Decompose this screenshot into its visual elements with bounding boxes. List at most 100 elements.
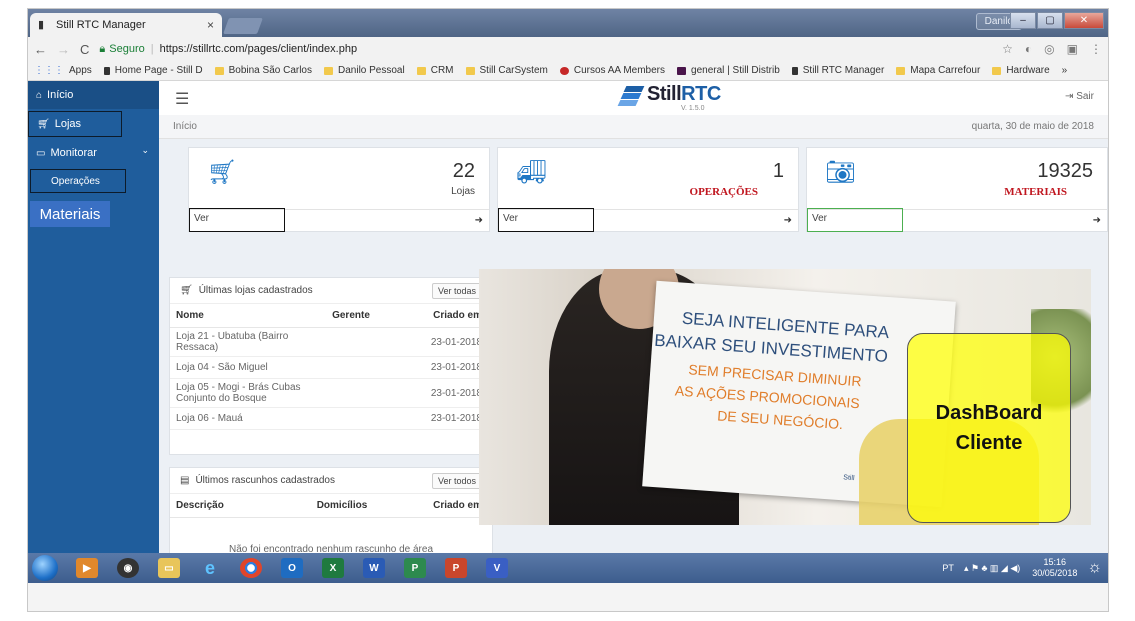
stat-card-materiais: 📷︎ 19325 MATERIAIS Ver ➜ (806, 147, 1108, 232)
maximize-button[interactable]: ▢ (1037, 12, 1063, 29)
cart-icon: 🛒︎ (207, 159, 238, 186)
still-icon (791, 66, 798, 75)
start-button[interactable] (32, 555, 58, 581)
ver-link[interactable]: Ver (498, 208, 594, 232)
sidebar-item-inicio[interactable]: ⌂ Início (28, 81, 159, 109)
clock[interactable]: 15:16 30/05/2018 (1032, 557, 1077, 579)
media-player-icon[interactable]: ▶ (76, 558, 98, 578)
arrow-circle-right-icon[interactable]: ➜ (784, 215, 792, 226)
tab-title: Still RTC Manager (56, 19, 146, 31)
ver-link[interactable]: Ver (189, 208, 285, 232)
folder-icon (896, 66, 906, 75)
chrome-icon[interactable] (240, 558, 262, 578)
column-header: Descrição (176, 500, 224, 511)
address-bar-actions: ☆ ◐ ◎ ▣ ⋮ (1002, 42, 1102, 56)
bookmark-bobina[interactable]: Bobina São Carlos (214, 65, 312, 76)
sidebar-item-monitorar[interactable]: ▭ Monitorar ⌄ (28, 139, 159, 167)
reload-icon[interactable]: C (80, 42, 89, 57)
bookmark-apps[interactable]: ⋮⋮⋮ Apps (34, 65, 92, 76)
brightness-icon[interactable]: ☼ (1087, 559, 1102, 577)
bookmark-still-rtc[interactable]: Still RTC Manager (791, 65, 884, 76)
table-row[interactable]: Loja 21 - Ubatuba (Bairro Ressaca) 23-01… (170, 328, 492, 357)
still-favicon-icon: ▮ (38, 19, 45, 31)
breadcrumb: Início quarta, 30 de maio de 2018 (159, 115, 1108, 139)
table-row[interactable]: Loja 05 - Mogi - Brás Cubas Conjunto do … (170, 379, 492, 408)
bookmark-carsystem[interactable]: Still CarSystem (465, 65, 548, 76)
internet-explorer-icon[interactable]: e (199, 558, 221, 578)
callout-line: Cliente (955, 432, 1023, 454)
logo-mark-icon (617, 84, 645, 106)
language-indicator[interactable]: PT (942, 563, 954, 573)
panel-title: Últimos rascunhos cadastrados (195, 475, 335, 486)
file-explorer-icon[interactable]: ▭ (158, 558, 180, 578)
star-icon[interactable]: ☆ (1002, 42, 1013, 56)
sidebar-subitem-operacoes[interactable]: Operações (30, 169, 126, 193)
menu-dots-icon[interactable]: ⋮ (1090, 42, 1102, 56)
store-created-date: 23-01-2018 (430, 387, 482, 399)
stat-footer[interactable]: Ver ➜ (189, 208, 489, 232)
document-icon: ▤ (180, 475, 190, 486)
extension-icon[interactable]: ◐ (1025, 42, 1032, 56)
column-header: Gerente (332, 310, 370, 321)
bookmark-mapa[interactable]: Mapa Carrefour (896, 65, 980, 76)
store-name: Loja 06 - Mauá (176, 413, 243, 424)
extension-icon[interactable]: ▣ (1067, 42, 1078, 56)
sidebar-materiais-label[interactable]: Materiais (30, 201, 110, 227)
view-all-drafts-button[interactable]: Ver todos (431, 472, 482, 489)
secure-label: Seguro (109, 43, 145, 55)
browser-tab[interactable]: ▮ Still RTC Manager × (30, 13, 222, 37)
table-row[interactable]: Loja 04 - São Miguel 23-01-2018 (170, 357, 492, 379)
arrow-circle-right-icon[interactable]: ➜ (475, 215, 483, 226)
view-all-stores-button[interactable]: Ver todas (431, 282, 482, 299)
sign-text-line: DE SEU NEGÓCIO. (716, 407, 844, 433)
stat-card-lojas: 🛒︎ 22 Lojas Ver ➜ (188, 147, 490, 232)
excel-icon[interactable]: X (322, 558, 344, 578)
table-header: Nome Gerente Criado em (170, 304, 492, 328)
column-header: Criado em (433, 500, 482, 511)
stat-footer[interactable]: Ver ➜ (498, 208, 798, 232)
bookmark-general[interactable]: general | Still Distrib (677, 65, 780, 76)
minimize-button[interactable]: – (1010, 12, 1036, 29)
project-icon[interactable]: P (404, 558, 426, 578)
table-row[interactable]: Loja 06 - Mauá 23-01-2018 (170, 408, 492, 430)
sidebar-item-lojas[interactable]: 🛒︎ Lojas (28, 111, 122, 137)
column-header: Nome (176, 310, 204, 321)
lock-icon: 🔒︎ (99, 42, 106, 55)
bookmark-home-page[interactable]: Home Page - Still D (103, 65, 203, 76)
panel-header: 🛒︎ Últimas lojas cadastrados Ver todas (170, 278, 492, 304)
sidebar-item-label: Início (47, 89, 74, 101)
logout-button[interactable]: ⇥ Sair (1065, 91, 1094, 102)
logo-text: StillRTC (647, 83, 721, 105)
url-input[interactable]: https://stillrtc.com/pages/client/index.… (160, 43, 357, 55)
callout-line: DashBoard (935, 402, 1043, 424)
outlook-icon[interactable]: O (281, 558, 303, 578)
truck-icon: 🚚︎ (516, 159, 547, 186)
monitor-icon: ▭ (36, 147, 46, 159)
url-separator: | (150, 43, 154, 55)
bookmarks-bar: ⋮⋮⋮ Apps Home Page - Still D Bobina São C… (28, 61, 1108, 81)
forward-arrow-icon[interactable]: → (57, 42, 70, 57)
bookmark-danilo[interactable]: Danilo Pessoal (324, 65, 405, 76)
hamburger-menu-icon[interactable]: ☰ (175, 89, 189, 109)
webcam-icon[interactable]: ◉ (117, 558, 139, 578)
ver-link[interactable]: Ver (807, 208, 903, 232)
latest-stores-panel: 🛒︎ Últimas lojas cadastrados Ver todas N… (169, 277, 493, 455)
back-arrow-icon[interactable]: ← (34, 42, 47, 57)
address-bar: ← → C 🔒︎ Seguro | https://stillrtc.com/p… (28, 37, 1108, 61)
tray-icons[interactable]: ▴ ⚑ ♣ ▥ ◢ ◀) (964, 563, 1020, 574)
bookmark-cursos[interactable]: Cursos AA Members (559, 65, 665, 76)
more-bookmarks-button[interactable]: » (1062, 65, 1068, 76)
extension-icon[interactable]: ◎ (1044, 42, 1054, 56)
bookmark-crm[interactable]: CRM (416, 65, 454, 76)
panel-header: ▤ Últimos rascunhos cadastrados Ver todo… (170, 468, 492, 494)
powerpoint-icon[interactable]: P (445, 558, 467, 578)
stat-footer[interactable]: Ver ➜ (807, 208, 1107, 232)
close-window-button[interactable]: ✕ (1064, 12, 1104, 29)
tab-close-icon[interactable]: × (207, 18, 214, 32)
visio-icon[interactable]: V (486, 558, 508, 578)
word-icon[interactable]: W (363, 558, 385, 578)
bookmark-hardware[interactable]: Hardware (992, 65, 1050, 76)
clock-time: 15:16 (1043, 557, 1067, 567)
new-tab-button[interactable] (223, 18, 263, 34)
arrow-circle-right-icon[interactable]: ➜ (1093, 215, 1101, 226)
